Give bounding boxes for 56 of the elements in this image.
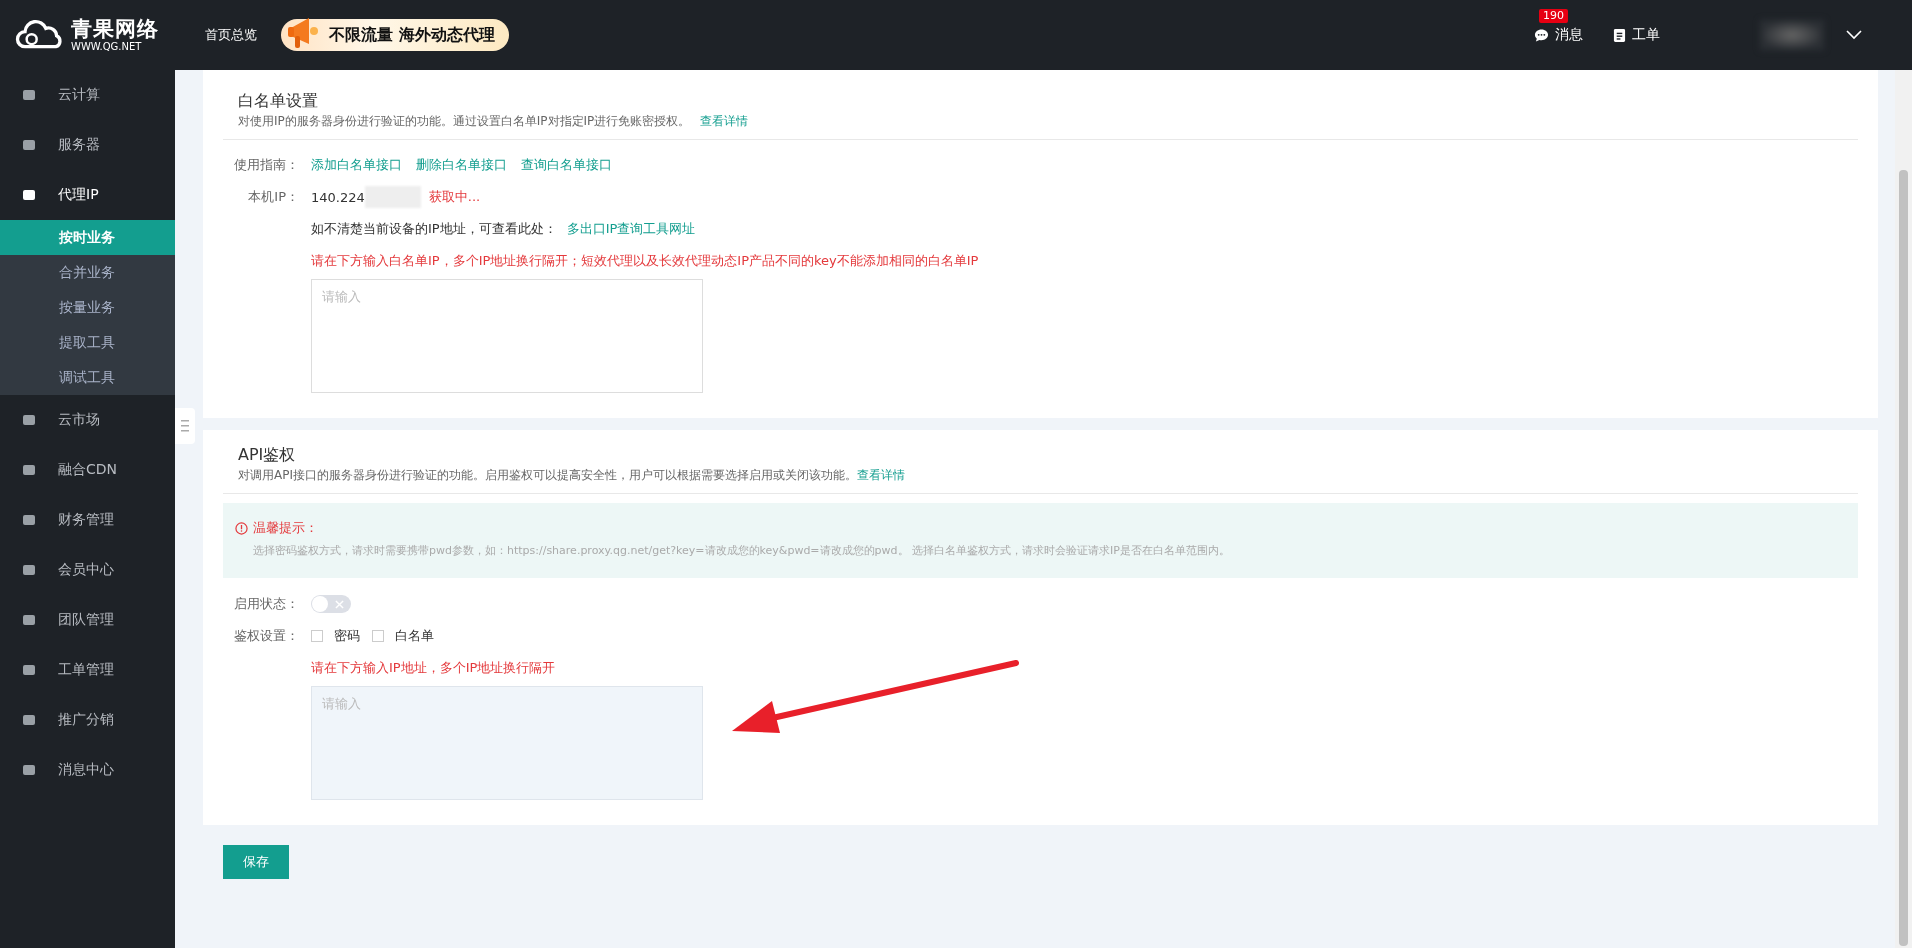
- overview-link[interactable]: 首页总览: [205, 26, 257, 44]
- submenu-item[interactable]: 提取工具: [0, 325, 175, 360]
- enable-switch[interactable]: [311, 595, 351, 613]
- checkbox[interactable]: [372, 630, 384, 642]
- section-description: 对使用IP的服务器身份进行验证的功能。通过设置白名单IP对指定IP进行免账密授权。: [238, 114, 691, 128]
- checkbox-label: 白名单: [395, 627, 434, 645]
- submenu-item[interactable]: 合并业务: [0, 255, 175, 290]
- chevron-down-icon[interactable]: [1846, 30, 1862, 40]
- field-label: 本机IP：: [247, 188, 300, 206]
- hint-text: 如不清楚当前设备的IP地址，可查看此处：: [311, 220, 557, 238]
- clipboard-icon: [1613, 27, 1626, 43]
- message-count-badge: 190: [1539, 9, 1568, 23]
- sidebar-item[interactable]: 会员中心: [0, 545, 175, 595]
- ip-value: 140.224: [311, 189, 365, 205]
- sidebar-item[interactable]: 云计算: [0, 70, 175, 120]
- collapse-handle[interactable]: [175, 408, 195, 444]
- field-label: 使用指南：: [233, 156, 300, 174]
- sidebar-item[interactable]: 云市场: [0, 395, 175, 445]
- checkbox[interactable]: [311, 630, 323, 642]
- chat-bubble-icon: [1534, 27, 1549, 43]
- tip-text: 选择密码鉴权方式，请求时需要携带pwd参数，如：https://share.proxy.qg.net/get?key=请改成您的key&pwd=请改成您的pwd。 选择白名单鉴权方式，请求时会验证请求IP是否在白名单范围内。: [252, 543, 1231, 558]
- promo-banner[interactable]: 不限流量 海外动态代理: [281, 19, 509, 51]
- submenu-item[interactable]: 按量业务: [0, 290, 175, 325]
- submenu-item[interactable]: 调试工具: [0, 360, 175, 395]
- section-description: 对调用API接口的服务器身份进行验证的功能。启用鉴权可以提高安全性，用户可以根据需要选择启用或关闭该功能。: [238, 468, 857, 482]
- sidebar-item[interactable]: 融合CDN: [0, 445, 175, 495]
- logo-name: 青果网络: [71, 17, 159, 41]
- guide-link[interactable]: 删除白名单接口: [416, 157, 507, 172]
- scrollbar-thumb[interactable]: [1899, 170, 1908, 946]
- whitelist-input[interactable]: 请输入: [311, 279, 703, 393]
- field-label: 启用状态：: [233, 595, 300, 613]
- sidebar-item[interactable]: 团队管理: [0, 595, 175, 645]
- sidebar-item[interactable]: 消息中心: [0, 745, 175, 795]
- guide-link[interactable]: 查询白名单接口: [521, 157, 612, 172]
- warning-text: 请在下方输入白名单IP，多个IP地址换行隔开；短效代理以及长效代理动态IP产品不同的key不能添加相同的白名单IP: [311, 252, 979, 270]
- sidebar-item[interactable]: 代理IP: [0, 170, 175, 220]
- guide-link[interactable]: 添加白名单接口: [311, 157, 402, 172]
- details-link[interactable]: 查看详情: [700, 114, 749, 128]
- logo-url: WWW.QG.NET: [71, 41, 143, 53]
- section-title: 白名单设置: [237, 90, 319, 112]
- details-link[interactable]: 查看详情: [857, 468, 905, 482]
- sidebar-item[interactable]: 服务器: [0, 120, 175, 170]
- tip-title: 温馨提示：: [253, 519, 318, 537]
- field-label: 鉴权设置：: [233, 627, 300, 645]
- blurred-username: [1760, 20, 1824, 50]
- checkbox-label: 密码: [334, 627, 360, 645]
- sidebar-item[interactable]: 工单管理: [0, 645, 175, 695]
- cross-icon: [335, 600, 344, 609]
- sidebar-item[interactable]: 财务管理: [0, 495, 175, 545]
- section-title: API鉴权: [237, 444, 297, 466]
- sidebar-item[interactable]: 推广分销: [0, 695, 175, 745]
- ip-status: 获取中...: [428, 188, 481, 206]
- warning-text: 请在下方输入IP地址，多个IP地址换行隔开: [311, 659, 556, 677]
- ip-tool-link[interactable]: 多出口IP查询工具网址: [566, 220, 696, 238]
- warning-circle-icon: [235, 521, 248, 535]
- tickets-button[interactable]: 工单: [1613, 26, 1660, 44]
